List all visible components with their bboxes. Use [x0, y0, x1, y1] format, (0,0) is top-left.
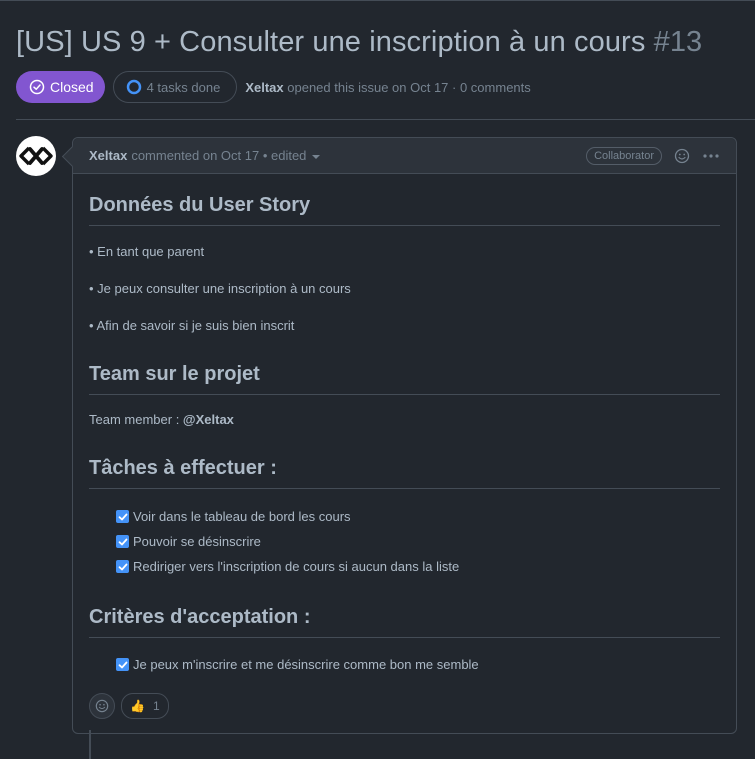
reaction-count: 1 [152, 699, 160, 713]
tasks-label: 4 tasks done [146, 79, 221, 95]
tasks-badge[interactable]: 4 tasks done [112, 71, 238, 103]
checkbox-checked[interactable] [116, 510, 129, 523]
task-label: Pouvoir se désinscrire [133, 534, 261, 549]
progress-ring-icon [126, 79, 141, 95]
issue-number: #13 [653, 26, 703, 58]
timeline-line [89, 730, 91, 759]
heading-criteria: Critères d'acceptation : [89, 606, 720, 638]
comment-author-link[interactable]: Xeltax [89, 148, 127, 163]
role-badge: Collaborator [586, 146, 662, 165]
criteria-label: Je peux m'inscrire et me désinscrire com… [133, 657, 479, 672]
user-story-line: • En tant que parent [89, 244, 205, 259]
user-story-line: • Afin de savoir si je suis bien inscrit [89, 318, 295, 333]
thumbs-up-reaction[interactable]: 👍 1 [121, 693, 169, 719]
task-label: Voir dans le tableau de bord les cours [133, 509, 351, 524]
criteria-item: Je peux m'inscrire et me désinscrire com… [116, 657, 479, 672]
add-reaction-icon[interactable] [674, 148, 690, 164]
add-reaction-button[interactable] [89, 693, 115, 719]
checkbox-checked[interactable] [116, 535, 129, 548]
issue-title: [US] US 9 + Consulter une inscription à … [16, 26, 702, 59]
comment-meta: commented on Oct 17 • edited [131, 148, 307, 163]
closed-check-icon [29, 79, 45, 95]
issue-author-link[interactable]: Xeltax [245, 80, 283, 95]
checkbox-checked[interactable] [116, 560, 129, 573]
heading-tasks: Tâches à effectuer : [89, 457, 720, 489]
opened-info: Xeltax opened this issue on Oct 17 · 0 c… [245, 80, 530, 95]
team-member-mention[interactable]: @Xeltax [183, 412, 234, 427]
issue-comment: Xeltax commented on Oct 17 • edited Coll… [61, 137, 737, 734]
state-badge: Closed [16, 71, 105, 103]
edit-history-dropdown[interactable] [312, 154, 321, 159]
state-label: Closed [50, 79, 94, 95]
task-item: Rediriger vers l'inscription de cours si… [116, 559, 459, 574]
task-label: Rediriger vers l'inscription de cours si… [133, 559, 460, 574]
avatar[interactable] [16, 136, 56, 176]
thumbs-up-icon: 👍 [130, 699, 145, 713]
heading-team: Team sur le projet [89, 363, 720, 395]
kebab-menu-icon[interactable] [702, 148, 720, 164]
opened-text: opened this issue on Oct 17 · 0 comments [287, 79, 531, 95]
team-member-label: Team member : [89, 412, 183, 427]
issue-meta: Closed 4 tasks done Xeltax opened this i… [16, 71, 531, 103]
user-story-line: • Je peux consulter une inscription à un… [89, 281, 351, 296]
comment-actions: Collaborator [586, 138, 720, 173]
smiley-icon [95, 699, 109, 713]
team-member-line: Team member : @Xeltax [89, 412, 234, 427]
header-divider [16, 119, 755, 120]
reactions-bar: 👍 1 [89, 693, 169, 719]
xeltax-logo-icon [19, 146, 53, 166]
task-item: Voir dans le tableau de bord les cours [116, 509, 351, 524]
top-border [0, 0, 755, 1]
comment-header: Xeltax commented on Oct 17 • edited Coll… [73, 138, 736, 174]
heading-user-story: Données du User Story [89, 194, 720, 226]
checkbox-checked[interactable] [116, 658, 129, 671]
issue-title-text: [US] US 9 + Consulter une inscription à … [16, 26, 646, 58]
task-item: Pouvoir se désinscrire [116, 534, 261, 549]
